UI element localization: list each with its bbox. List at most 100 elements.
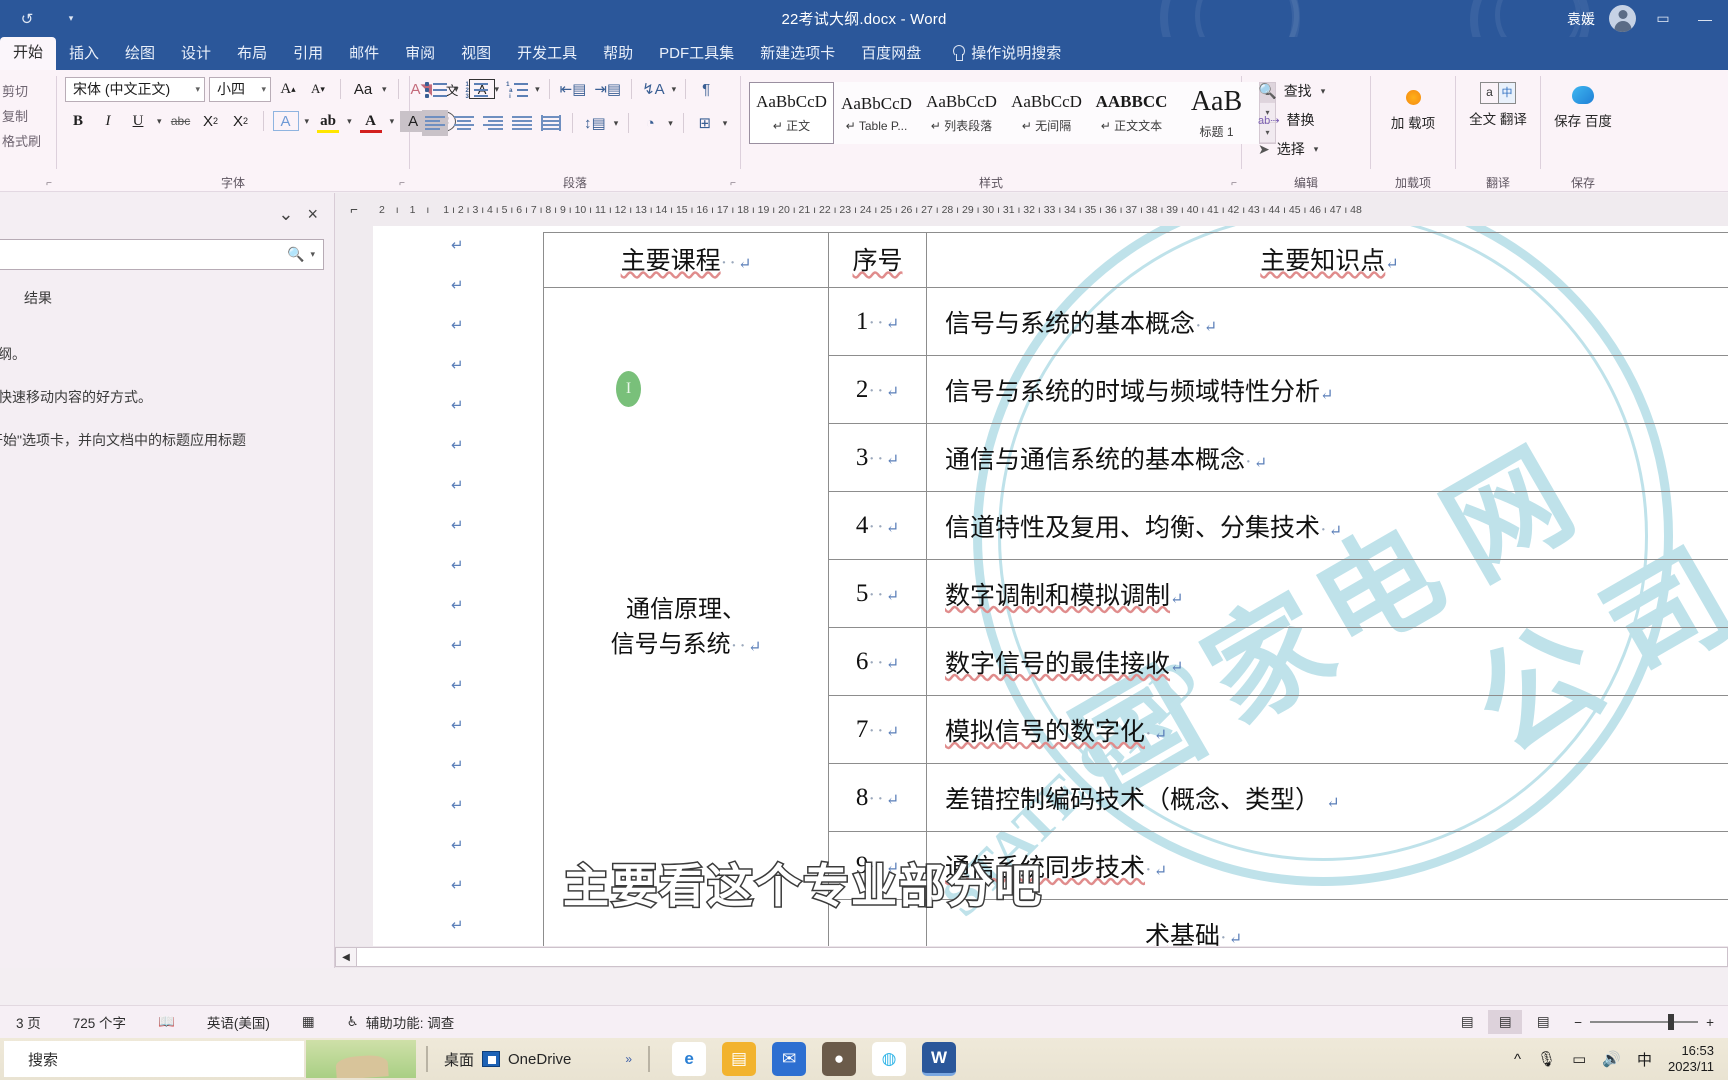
volume-icon[interactable]: 🔊	[1602, 1050, 1621, 1068]
close-icon[interactable]: ×	[307, 204, 318, 225]
web-layout-button[interactable]: ▤	[1526, 1010, 1560, 1034]
copy-button[interactable]: 复制	[2, 103, 28, 128]
minimize-button[interactable]: —	[1690, 6, 1720, 32]
align-left-icon[interactable]	[422, 110, 448, 136]
track-changes-icon[interactable]: ▦	[286, 1014, 331, 1030]
file-explorer-icon[interactable]: ▤	[722, 1042, 757, 1076]
underline-button[interactable]: U	[125, 108, 151, 134]
tab-邮件[interactable]: 邮件	[336, 38, 392, 70]
addins-button[interactable]: 加 载项	[1379, 80, 1447, 132]
desktop-toolbar[interactable]: 桌面 OneDrive »	[438, 1049, 638, 1070]
task-view-thumbnail[interactable]	[306, 1040, 416, 1078]
tab-视图[interactable]: 视图	[448, 38, 504, 70]
justify-icon[interactable]	[509, 110, 535, 136]
clock[interactable]: 16:53 2023/11	[1668, 1043, 1714, 1076]
chevron-down-icon[interactable]: ▾	[670, 84, 679, 95]
show-hidden-icons-icon[interactable]: ^	[1514, 1051, 1521, 1068]
grow-font-icon[interactable]: A ▴	[275, 76, 301, 102]
chevron-down-icon[interactable]: ▾	[612, 118, 621, 129]
navigation-search-input[interactable]: 搜索 🔍 ▾	[0, 239, 324, 270]
chevron-down-icon[interactable]: ▾	[666, 118, 675, 129]
paragraph-dialog-launcher[interactable]: ⌐	[730, 178, 736, 189]
chevron-down-icon[interactable]: ▾	[452, 84, 461, 95]
print-layout-button[interactable]: ▤	[1488, 1010, 1523, 1034]
app-dark-icon[interactable]: ●	[822, 1042, 857, 1076]
tab-引用[interactable]: 引用	[280, 38, 336, 70]
ribbon-display-options-icon[interactable]: ▭	[1648, 6, 1678, 32]
increase-indent-icon[interactable]: ⇥▤	[591, 76, 624, 102]
chevron-down-icon[interactable]: ▾	[345, 116, 354, 127]
overflow-chevron-icon[interactable]: »	[579, 1052, 632, 1066]
tab-stop-selector[interactable]: ⌐	[335, 193, 373, 226]
chevron-down-icon[interactable]: ▾	[1312, 144, 1321, 155]
borders-icon[interactable]: ⊞	[692, 110, 718, 136]
chevron-down-icon[interactable]: ▾	[493, 84, 502, 95]
avatar[interactable]	[1609, 5, 1636, 32]
zoom-track[interactable]	[1590, 1014, 1699, 1030]
tab-开始[interactable]: 开始	[0, 37, 57, 70]
superscript-button[interactable]: X2	[228, 108, 254, 134]
bullet-list-icon[interactable]	[422, 76, 450, 102]
font-name-combo[interactable]: 宋体 (中文正文) ▾	[65, 76, 205, 102]
mail-icon[interactable]: ✉	[772, 1042, 807, 1076]
tab-帮助[interactable]: 帮助	[590, 38, 646, 70]
proofing-status[interactable]: 📖	[142, 1014, 191, 1030]
tab-新建选项卡[interactable]: 新建选项卡	[747, 38, 848, 70]
chevron-down-icon[interactable]: ▾	[303, 116, 312, 127]
tab-插入[interactable]: 插入	[56, 38, 112, 70]
numbered-list-icon[interactable]: 123	[463, 76, 491, 102]
chevron-down-icon[interactable]: ▾	[721, 118, 730, 129]
chevron-down-icon[interactable]: ▾	[251, 84, 266, 95]
strikethrough-button[interactable]: abc	[168, 108, 194, 134]
cloud-app-icon[interactable]: ◍	[872, 1042, 907, 1076]
shading-fill-icon[interactable]: ◔	[637, 110, 663, 136]
tab-百度网盘[interactable]: 百度网盘	[848, 38, 934, 70]
show-formatting-marks-icon[interactable]: ¶	[693, 76, 719, 102]
baidu-save-button[interactable]: 保存 百度	[1549, 78, 1617, 130]
style-card-table-p[interactable]: AaBbCcD ↵ Table P...	[834, 82, 919, 144]
change-case-icon[interactable]: Aa	[350, 76, 376, 102]
horizontal-scrollbar[interactable]: ◀	[335, 946, 1728, 968]
battery-icon[interactable]: ▭	[1572, 1050, 1586, 1068]
multilevel-list-icon[interactable]: 1ai	[503, 76, 531, 102]
ime-icon[interactable]: 中	[1637, 1049, 1652, 1070]
shrink-font-icon[interactable]: A ▾	[305, 76, 331, 102]
chevron-down-icon[interactable]: ▾	[304, 249, 315, 260]
zoom-out-button[interactable]: −	[1574, 1015, 1582, 1030]
font-size-combo[interactable]: 小四 ▾	[209, 76, 271, 102]
replace-button[interactable]: ab⇢ 替换	[1256, 107, 1316, 133]
read-mode-button[interactable]: ▤	[1450, 1010, 1484, 1034]
style-card-无间隔[interactable]: AaBbCcD ↵ 无间隔	[1004, 82, 1089, 144]
format-painter-button[interactable]: 格式刷	[2, 128, 41, 153]
microphone-icon[interactable]: 🎙	[1537, 1050, 1556, 1068]
search-icon[interactable]: 🔍	[287, 246, 304, 263]
chevron-down-icon[interactable]: ▾	[155, 116, 164, 127]
line-spacing-icon[interactable]: ↕▤	[581, 110, 609, 136]
bold-button[interactable]: B	[65, 108, 91, 134]
distributed-icon[interactable]	[538, 110, 564, 136]
tab-pdf工具集[interactable]: PDF工具集	[646, 38, 747, 70]
align-center-icon[interactable]	[451, 110, 477, 136]
cut-button[interactable]: 剪切	[2, 78, 28, 103]
decrease-indent-icon[interactable]: ⇤▤	[557, 76, 590, 102]
zoom-slider[interactable]: − +	[1574, 1014, 1714, 1030]
font-color-icon[interactable]: A	[358, 108, 384, 134]
clipboard-dialog-launcher[interactable]: ⌐	[46, 178, 52, 189]
tab-绘图[interactable]: 绘图	[112, 38, 168, 70]
zoom-thumb[interactable]	[1668, 1014, 1675, 1030]
word-count[interactable]: 725 个字	[57, 1012, 142, 1032]
syllabus-table[interactable]: 主要课程··↵ 序号 主要知识点↵ 通信原理、 信号与系统··↵ 1··↵ 信号与…	[543, 232, 1728, 946]
page-count[interactable]: 3 页	[0, 1012, 57, 1032]
horizontal-ruler[interactable]: 2 ı 1 ı 1 ı 2 ı 3 ı 4 ı 5 ı 6 ı 7 ı 8 ı …	[373, 193, 1728, 226]
document-page[interactable]: 国 家 电 网 公 司 STATE GRID ↵ ↵ ↵ ↵ ↵ ↵ ↵ ↵ ↵ ↵ ↵ ↵…	[373, 226, 1728, 946]
taskbar-search-input[interactable]: 搜索	[4, 1041, 304, 1077]
tab-开发工具[interactable]: 开发工具	[504, 38, 590, 70]
zoom-in-button[interactable]: +	[1706, 1015, 1714, 1030]
font-dialog-launcher[interactable]: ⌐	[399, 178, 405, 189]
subscript-button[interactable]: X2	[198, 108, 224, 134]
chevron-down-icon[interactable]: ⌄	[278, 204, 293, 225]
tab-布局[interactable]: 布局	[224, 38, 280, 70]
chevron-down-icon[interactable]: ▾	[533, 84, 542, 95]
chevron-down-icon[interactable]: ▾	[388, 116, 397, 127]
scroll-track[interactable]	[357, 947, 1728, 967]
